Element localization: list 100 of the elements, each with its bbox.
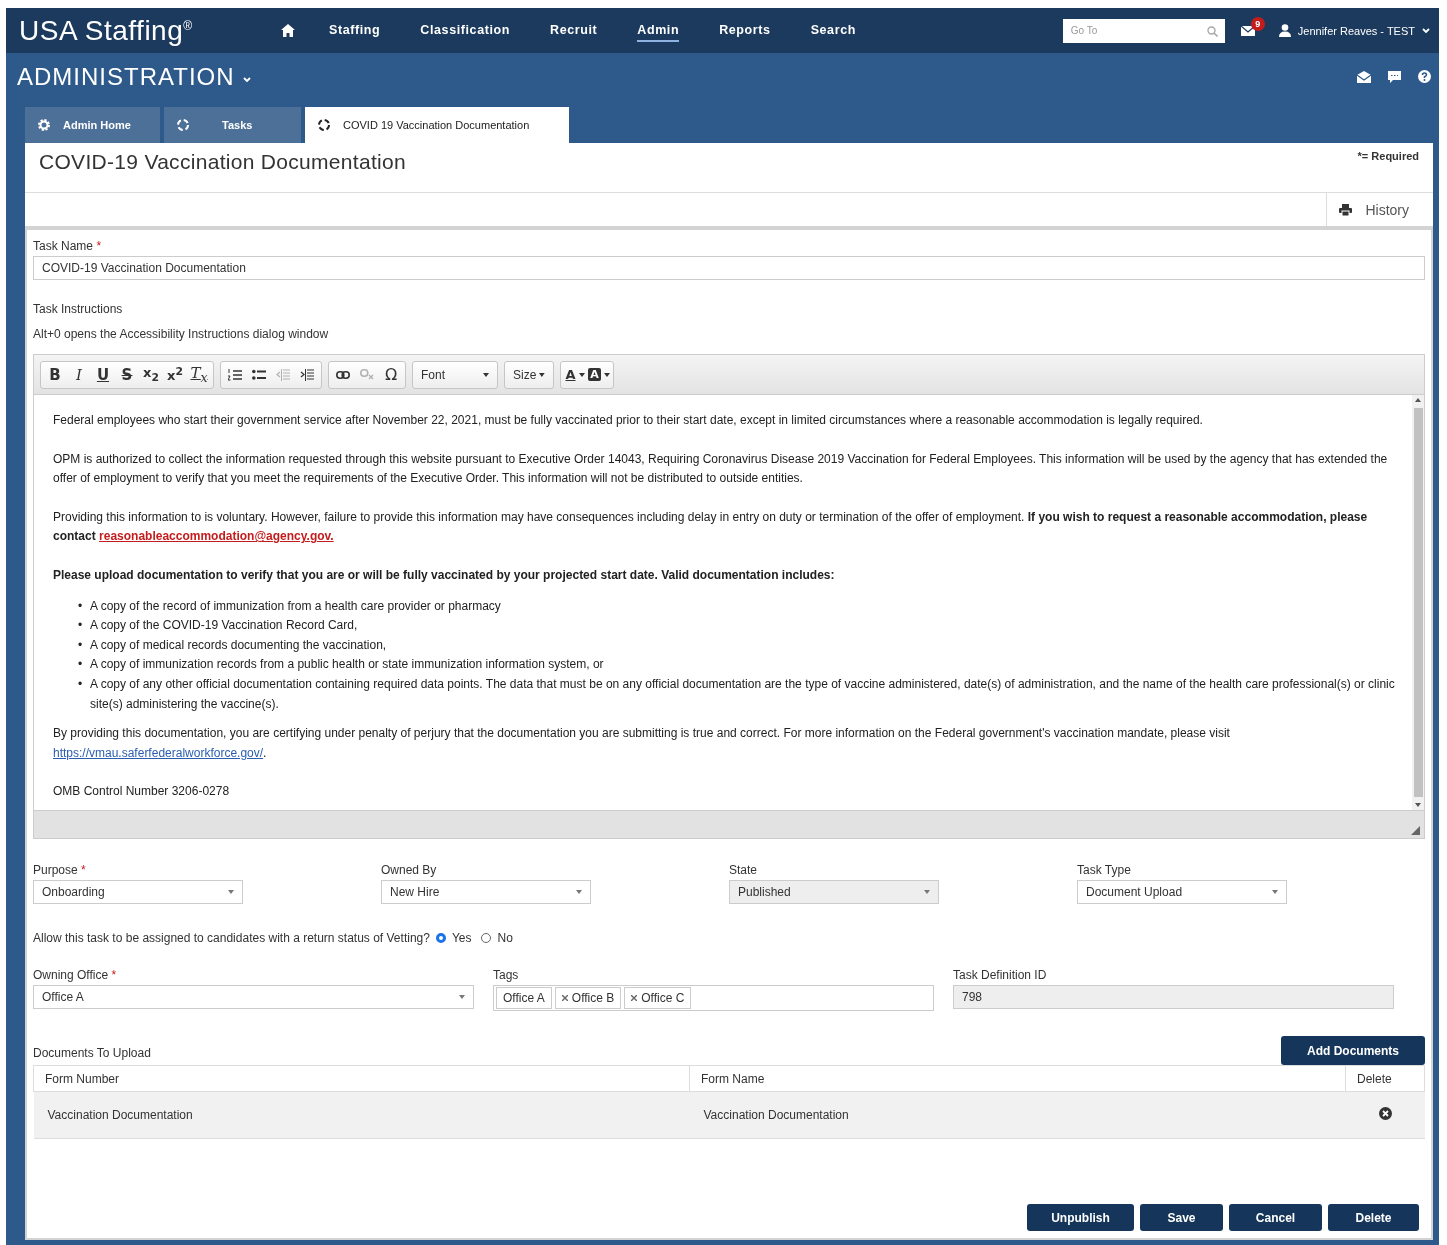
bold-button[interactable]: B (43, 362, 67, 387)
clear-format-button[interactable]: T$_{x}$ (187, 362, 211, 387)
search-field[interactable]: Go To (1062, 18, 1225, 43)
caret-icon[interactable] (539, 372, 545, 377)
tab[interactable]: COVID 19 Vaccination Documentation (305, 107, 569, 143)
tags-field[interactable]: Office A Office B Office C (493, 985, 934, 1011)
paragraph: OPM is authorized to collect the information requested through this website pursuant to Executive Order 14043, Requiring Coronavirus Disease 2019 Vaccination for Federal Employees. This information will be used by the agency that has extended the offer of employment to verify that you meet the requirements of the Executive Order. This information will not be distributed to outside entities. (53, 450, 1389, 488)
action-button[interactable]: Unpublish (1027, 1204, 1134, 1231)
field-label: Task Name * (33, 239, 103, 253)
field-label: Tags (493, 968, 520, 982)
action-button[interactable]: Delete (1328, 1204, 1419, 1231)
remove-icon[interactable] (631, 995, 638, 1001)
tag-chip[interactable]: Office C (624, 987, 692, 1009)
section-label: Documents To Upload (33, 1046, 151, 1060)
spinner-icon (317, 118, 331, 132)
caret-icon[interactable] (242, 76, 252, 83)
indent-icon[interactable] (300, 368, 314, 381)
link-icon[interactable] (336, 370, 350, 379)
section-title[interactable]: ADMINISTRATION (17, 62, 235, 91)
delete-icon[interactable] (1378, 1107, 1392, 1120)
user-name[interactable]: Jennifer Reaves - TEST (1297, 24, 1415, 37)
text-input[interactable]: COVID-19 Vaccination Documentation (33, 256, 1425, 280)
add-documents-button[interactable]: Add Documents (1281, 1036, 1425, 1065)
text-color-button[interactable]: A (563, 362, 587, 387)
envelope-icon[interactable] (1357, 70, 1371, 83)
nav-link[interactable]: Admin (637, 19, 680, 42)
help-icon[interactable] (1418, 70, 1431, 83)
paragraph: Federal employees who start their government service after November 22, 2021, must be fully vaccinated prior to their start date, except in limited circumstances where a reasonable accommodation is legally required. (53, 412, 1204, 429)
tag-chip[interactable]: Office B (554, 987, 622, 1009)
home-icon[interactable] (281, 24, 295, 37)
logo[interactable]: USA Staffing$^{®}$ (19, 14, 281, 47)
hint-text: Alt+0 opens the Accessibility Instructions dialog window (33, 327, 330, 341)
scrollbar[interactable] (1412, 395, 1424, 810)
nav-link[interactable]: Reports (719, 19, 771, 42)
italic-button[interactable]: I (67, 362, 91, 387)
search-icon (1206, 25, 1218, 37)
caret-icon[interactable] (603, 372, 610, 377)
underline-button[interactable]: U (91, 362, 115, 387)
radio-option[interactable]: No (481, 931, 517, 945)
notification-badge: 9 (1250, 16, 1265, 31)
field-label: State (729, 863, 759, 877)
action-button[interactable]: Cancel (1229, 1204, 1322, 1231)
dropdown[interactable]: Document Upload (1077, 880, 1287, 904)
action-button[interactable]: Save (1140, 1204, 1223, 1231)
nav-link[interactable]: Recruit (550, 19, 598, 42)
resize-handle-icon[interactable] (1411, 826, 1420, 835)
dropdown[interactable]: Office A (33, 985, 474, 1009)
list-item: A copy of the record of immunization from a health care provider or pharmacy (90, 597, 501, 615)
field-label: Task Instructions (33, 302, 124, 316)
gear-icon (37, 118, 51, 132)
tab[interactable]: Admin Home (25, 107, 160, 143)
radio-button[interactable] (435, 933, 446, 943)
bullet-list-icon[interactable] (252, 368, 266, 381)
field-label: Owned By (381, 863, 438, 877)
dropdown[interactable]: New Hire (381, 880, 591, 904)
paragraph: By providing this documentation, you are certifying under penalty of perjury that the documentation you are submitting is true and correct. For more information on the Federal government's vaccination mandate, please visit https://vmau.saferfederalworkforce.gov/. (53, 725, 1231, 762)
web-link[interactable]: https://vmau.saferfederalworkforce.gov/ (53, 745, 264, 760)
list-item: A copy of the COVID-19 Vaccination Record Card, (90, 617, 358, 635)
nav-link[interactable]: Search (810, 19, 856, 42)
column-header[interactable]: Form Name (689, 1065, 1346, 1092)
table-cell: Vaccination Documentation (33, 1091, 690, 1139)
tab[interactable]: Tasks (164, 107, 301, 143)
text-input: 798 (953, 985, 1394, 1009)
dropdown[interactable]: Onboarding (33, 880, 243, 904)
dropdown: Published (729, 880, 939, 904)
chat-icon[interactable] (1388, 70, 1401, 83)
numbered-list-icon[interactable] (228, 368, 242, 381)
user-icon (1278, 24, 1291, 37)
caret-icon[interactable] (1422, 27, 1431, 34)
question-text: Allow this task to be assigned to candidates with a return status of Vetting? (33, 931, 430, 945)
caret-icon[interactable] (483, 372, 489, 377)
paragraph: OMB Control Number 3206-0278 (53, 783, 231, 801)
subscript-button[interactable]: x$_{2}$ (139, 362, 163, 387)
table-cell: Vaccination Documentation (689, 1091, 1346, 1139)
radio-option[interactable]: Yes (435, 931, 476, 945)
email-link[interactable]: reasonableaccommodation@agency.gov. (99, 529, 334, 544)
list-item: A copy of any other official documentation containing required data points. The data that must be on any official documentation are the type of vaccine administered, date(s) of administration, and the name of the health care professional(s) or clinic site(s) administering the vaccine(s). (90, 675, 1396, 713)
field-label: Task Type (1077, 863, 1132, 877)
column-header[interactable]: Delete (1345, 1065, 1425, 1092)
list-item: A copy of medical records documenting the vaccination, (90, 636, 387, 654)
bullet: • (78, 675, 84, 693)
radio-button[interactable] (481, 933, 492, 943)
nav-link[interactable]: Staffing (329, 19, 381, 42)
bullet: • (78, 656, 84, 674)
paragraph: Providing this information to is voluntary. However, failure to provide this information may have consequences including delay in entry on duty or termination of the offer of employment. If you wish to request a reasonable accommodation, please contact reasonableaccommodation@agency.gov. (53, 508, 1369, 546)
nav-link[interactable]: Classification (420, 19, 510, 42)
remove-icon[interactable] (561, 995, 568, 1001)
background-color-button[interactable]: A (587, 362, 611, 387)
scroll-down-icon[interactable] (1415, 803, 1421, 807)
paragraph: Please upload documentation to verify that you are or will be fully vaccinated by your projected start date. Valid documentation includes: (53, 566, 836, 584)
scroll-up-icon[interactable] (1415, 398, 1421, 402)
bullet: • (78, 617, 84, 635)
list-item: A copy of immunization records from a public health or state immunization information system, or (90, 656, 604, 674)
strikethrough-button[interactable]: S (115, 362, 139, 387)
superscript-button[interactable]: x$^{2}$ (163, 362, 187, 387)
spinner-icon (176, 118, 190, 132)
caret-icon[interactable] (578, 372, 585, 377)
bullet: • (78, 597, 84, 615)
tag-chip[interactable]: Office A (496, 987, 552, 1009)
column-header[interactable]: Form Number (33, 1065, 690, 1092)
